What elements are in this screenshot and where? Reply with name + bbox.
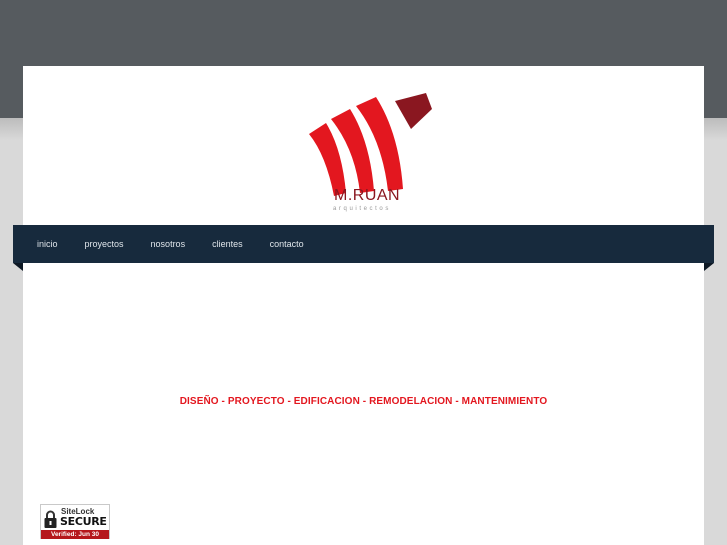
nav-item-contacto[interactable]: contacto bbox=[270, 239, 304, 249]
sitelock-status: SECURE bbox=[60, 515, 107, 528]
services-tagline: DISEÑO - PROYECTO - EDIFICACION - REMODE… bbox=[179, 396, 548, 407]
logo-wordmark: M.RUAN bbox=[334, 187, 401, 204]
logo-subtitle: arquitectos bbox=[333, 206, 391, 212]
nav-item-proyectos[interactable]: proyectos bbox=[85, 239, 124, 249]
nav-item-inicio[interactable]: inicio bbox=[37, 239, 58, 249]
main-nav: inicio proyectos nosotros clientes conta… bbox=[13, 225, 714, 263]
nav-item-clientes[interactable]: clientes bbox=[212, 239, 243, 249]
sitelock-badge[interactable]: SiteLock SECURE Verified: Jun 30 bbox=[40, 504, 110, 539]
nav-fold-left bbox=[13, 263, 23, 271]
nav-fold-right bbox=[704, 263, 714, 271]
sitelock-verified: Verified: Jun 30 bbox=[41, 530, 109, 539]
nav-item-nosotros[interactable]: nosotros bbox=[151, 239, 186, 249]
padlock-icon bbox=[44, 510, 57, 528]
